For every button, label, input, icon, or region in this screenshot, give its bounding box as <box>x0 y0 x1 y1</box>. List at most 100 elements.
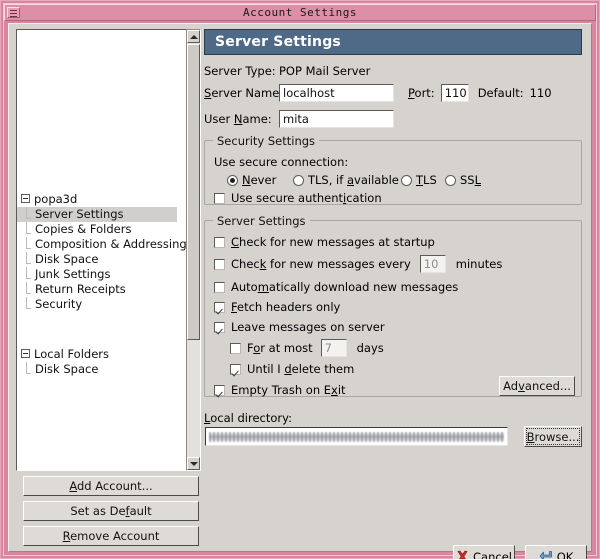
radio-ssl-indicator[interactable] <box>445 174 456 186</box>
sidebar-item-server-settings[interactable]: Server Settings <box>17 206 177 222</box>
checkbox-empty-trash-on-exit-indicator[interactable] <box>214 384 225 396</box>
security-settings-group: Security Settings Use secure connection:… <box>204 134 582 206</box>
checkbox-secure-authentication-label: Use secure authentication <box>231 191 382 205</box>
for-at-most-days-input[interactable]: 7 <box>320 339 347 357</box>
radio-never-label: Never <box>242 173 277 187</box>
ok-button-label: OK <box>556 549 574 559</box>
checkbox-check-every-label: Check for new messages every <box>231 257 411 271</box>
sidebar-item-local-disk-space[interactable]: Disk Space <box>17 361 177 377</box>
local-directory-label-row: Local directory: <box>204 409 292 427</box>
user-name-input[interactable]: mita <box>279 110 394 128</box>
checkbox-for-at-most[interactable]: For at most 7 days <box>230 339 384 357</box>
add-account-button[interactable]: Add Account... <box>23 476 199 496</box>
local-directory-input[interactable] <box>205 427 508 446</box>
collapse-twisty-icon[interactable] <box>21 194 30 203</box>
dialog-client-area: popa3d Server Settings Copies & Folders … <box>8 23 592 559</box>
checkbox-until-i-delete-them[interactable]: Until I delete them <box>230 361 354 377</box>
checkbox-leave-messages-on-server-indicator[interactable] <box>214 321 225 333</box>
check-every-minutes-input[interactable]: 10 <box>419 255 446 273</box>
server-name-input[interactable]: localhost <box>279 84 394 102</box>
server-type-label: Server Type: <box>204 64 276 78</box>
check-every-unit-label: minutes <box>455 257 503 271</box>
cancel-button[interactable]: Cancel <box>453 545 515 559</box>
checkbox-leave-messages-on-server[interactable]: Leave messages on server <box>214 319 385 335</box>
sidebar-item-composition-addressing[interactable]: Composition & Addressing <box>17 236 187 252</box>
tree-account-popa3d[interactable]: popa3d <box>17 192 177 207</box>
settings-panel: Server Settings Server Type: POP Mail Se… <box>201 29 586 519</box>
tree-account-local-folders[interactable]: Local Folders <box>17 347 177 362</box>
tree-account-label: Local Folders <box>34 347 109 361</box>
checkbox-for-at-most-indicator[interactable] <box>230 342 241 354</box>
accounts-tree[interactable]: popa3d Server Settings Copies & Folders … <box>16 29 192 471</box>
checkbox-auto-download-indicator[interactable] <box>214 281 225 293</box>
radio-ssl-label: SSL <box>460 173 482 187</box>
checkbox-empty-trash-on-exit[interactable]: Empty Trash on Exit <box>214 382 346 398</box>
checkbox-fetch-headers-only[interactable]: Fetch headers only <box>214 299 340 315</box>
advanced-button[interactable]: Advanced... <box>499 376 575 396</box>
scroll-down-arrow-icon[interactable] <box>187 457 200 470</box>
checkbox-fetch-headers-only-indicator[interactable] <box>214 301 225 313</box>
scroll-up-arrow-icon[interactable] <box>187 30 200 43</box>
default-port-value: 110 <box>529 86 552 100</box>
sidebar-item-label: Composition & Addressing <box>35 237 187 251</box>
radio-tls[interactable]: TLS <box>401 172 437 188</box>
checkbox-check-every-indicator[interactable] <box>214 258 225 270</box>
sidebar-item-label: Disk Space <box>35 252 99 266</box>
radio-tls-if-available-indicator[interactable] <box>293 174 304 186</box>
sidebar-item-disk-space[interactable]: Disk Space <box>17 251 177 267</box>
scrollbar-thumb[interactable] <box>187 44 200 340</box>
sidebar-item-copies-folders[interactable]: Copies & Folders <box>17 221 177 237</box>
radio-tls-label: TLS <box>416 173 437 187</box>
checkbox-secure-authentication-indicator[interactable] <box>214 192 225 204</box>
cancel-button-label: Cancel <box>473 549 512 559</box>
ok-button[interactable]: OK <box>525 545 587 559</box>
tree-account-label: popa3d <box>34 192 78 206</box>
remove-account-button[interactable]: Remove Account <box>23 526 199 546</box>
local-directory-label: Local directory: <box>204 411 292 425</box>
port-label: Port: <box>408 86 435 100</box>
browse-button[interactable]: Browse... <box>524 426 582 447</box>
checkbox-check-at-startup-indicator[interactable] <box>214 236 225 248</box>
radio-ssl[interactable]: SSL <box>445 172 481 188</box>
radio-tls-indicator[interactable] <box>401 174 412 186</box>
page-title: Server Settings <box>204 29 582 55</box>
blue-enter-arrow-icon <box>539 551 552 559</box>
checkbox-auto-download[interactable]: Automatically download new messages <box>214 279 458 295</box>
sidebar-item-junk-settings[interactable]: Junk Settings <box>17 266 177 282</box>
security-settings-title: Security Settings <box>213 134 320 148</box>
server-name-row: Server Name: localhost Port: 110 Default… <box>204 84 552 102</box>
radio-never[interactable]: Never <box>227 172 276 188</box>
sidebar-item-label: Security <box>35 297 83 311</box>
checkbox-check-every[interactable]: Check for new messages every 10 minutes <box>214 255 503 273</box>
port-input[interactable]: 110 <box>440 84 469 102</box>
tree-top-spacer <box>17 30 177 192</box>
checkbox-leave-messages-on-server-label: Leave messages on server <box>231 320 385 334</box>
checkbox-secure-authentication[interactable]: Use secure authentication <box>214 190 382 206</box>
title-bar[interactable]: Account Settings <box>4 4 596 21</box>
server-name-label: Server Name: <box>204 86 284 100</box>
sidebar-item-security[interactable]: Security <box>17 296 177 312</box>
set-as-default-button[interactable]: Set as Default <box>23 501 199 521</box>
server-settings-group: Server Settings Check for new messages a… <box>204 214 582 398</box>
sidebar-item-label: Copies & Folders <box>35 222 132 236</box>
checkbox-check-at-startup-label: Check for new messages at startup <box>231 235 435 249</box>
sidebar-item-label: Return Receipts <box>35 282 126 296</box>
sidebar-item-label: Disk Space <box>35 362 99 376</box>
user-name-row: User Name: mita <box>204 110 394 128</box>
accounts-tree-scrollbar[interactable] <box>186 29 201 471</box>
checkbox-auto-download-label: Automatically download new messages <box>231 280 459 294</box>
server-type-value: POP Mail Server <box>279 64 371 78</box>
collapse-twisty-icon[interactable] <box>21 349 30 358</box>
radio-tls-if-available[interactable]: TLS, if available <box>293 172 399 188</box>
checkbox-for-at-most-label: For at most <box>247 341 313 355</box>
checkbox-check-at-startup[interactable]: Check for new messages at startup <box>214 234 435 250</box>
checkbox-until-i-delete-them-indicator[interactable] <box>230 363 241 375</box>
checkbox-empty-trash-on-exit-label: Empty Trash on Exit <box>231 383 346 397</box>
local-directory-value <box>209 431 504 442</box>
sidebar-item-return-receipts[interactable]: Return Receipts <box>17 281 177 297</box>
radio-tls-if-available-label: TLS, if available <box>308 173 399 187</box>
user-name-label: User Name: <box>204 112 272 126</box>
default-port-label: Default: <box>477 86 524 100</box>
checkbox-fetch-headers-only-label: Fetch headers only <box>231 300 341 314</box>
radio-never-indicator[interactable] <box>227 174 238 186</box>
